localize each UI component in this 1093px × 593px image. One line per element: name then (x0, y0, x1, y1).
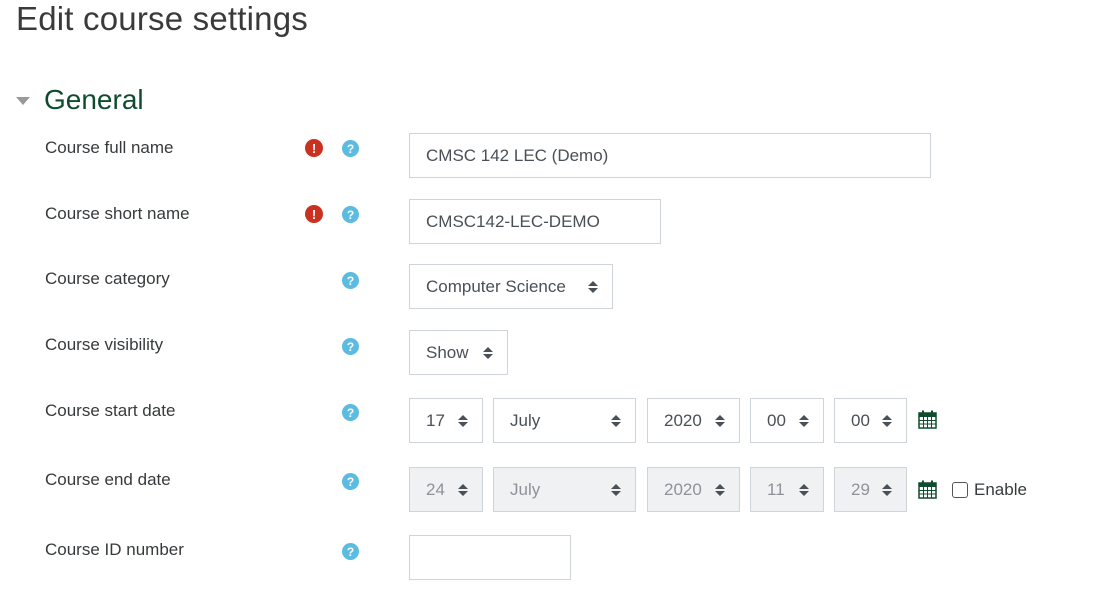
select-arrows-icon (715, 483, 725, 496)
calendar-icon[interactable] (918, 410, 937, 429)
help-icon[interactable]: ? (342, 473, 359, 490)
caret-down-icon (16, 97, 30, 105)
help-icon[interactable]: ? (342, 338, 359, 355)
select-arrows-icon (611, 414, 621, 427)
startdate-minute-value: 00 (851, 410, 870, 430)
calendar-icon[interactable] (918, 480, 937, 499)
enddate-minute-value: 29 (851, 479, 870, 499)
required-icon: ! (305, 139, 323, 157)
startdate-minute-select[interactable]: 00 (834, 398, 907, 443)
select-arrows-icon (799, 483, 809, 496)
help-icon[interactable]: ? (342, 140, 359, 157)
select-arrows-icon (588, 280, 598, 293)
enddate-minute-select: 29 (834, 467, 907, 512)
startdate-label: Course start date (45, 401, 176, 420)
enddate-year-value: 2020 (664, 479, 702, 499)
enable-label: Enable (974, 480, 1027, 499)
startdate-day-value: 17 (426, 410, 445, 430)
startdate-hour-select[interactable]: 00 (750, 398, 824, 443)
visibility-value: Show (426, 342, 469, 362)
fullname-label: Course full name (45, 138, 174, 157)
idnumber-input[interactable] (409, 535, 571, 580)
enddate-year-select: 2020 (647, 467, 740, 512)
help-icon[interactable]: ? (342, 206, 359, 223)
select-arrows-icon (458, 483, 468, 496)
section-general-toggle[interactable]: General (16, 84, 144, 116)
shortname-input[interactable]: CMSC142-LEC-DEMO (409, 199, 661, 244)
category-label: Course category (45, 269, 170, 288)
select-arrows-icon (799, 414, 809, 427)
category-select[interactable]: Computer Science (409, 264, 613, 309)
enddate-label: Course end date (45, 470, 171, 489)
fullname-input[interactable]: CMSC 142 LEC (Demo) (409, 133, 931, 178)
help-icon[interactable]: ? (342, 404, 359, 421)
enddate-hour-value: 11 (767, 479, 785, 499)
idnumber-label: Course ID number (45, 540, 184, 559)
select-arrows-icon (882, 414, 892, 427)
enddate-hour-select: 11 (750, 467, 824, 512)
startdate-year-value: 2020 (664, 410, 702, 430)
startdate-hour-value: 00 (767, 410, 786, 430)
select-arrows-icon (611, 483, 621, 496)
startdate-day-select[interactable]: 17 (409, 398, 483, 443)
startdate-month-value: July (510, 410, 541, 430)
help-icon[interactable]: ? (342, 543, 359, 560)
visibility-label: Course visibility (45, 335, 164, 354)
category-value: Computer Science (426, 276, 566, 296)
select-arrows-icon (483, 346, 493, 359)
startdate-year-select[interactable]: 2020 (647, 398, 740, 443)
enable-checkbox[interactable] (952, 482, 968, 498)
select-arrows-icon (715, 414, 725, 427)
select-arrows-icon (458, 414, 468, 427)
required-icon: ! (305, 205, 323, 223)
page-title: Edit course settings (16, 0, 308, 37)
enddate-month-select: July (493, 467, 636, 512)
enddate-enable-toggle[interactable]: Enable (952, 480, 1027, 500)
select-arrows-icon (882, 483, 892, 496)
shortname-label: Course short name (45, 204, 190, 223)
enddate-month-value: July (510, 479, 541, 499)
visibility-select[interactable]: Show (409, 330, 508, 375)
startdate-month-select[interactable]: July (493, 398, 636, 443)
section-title: General (44, 84, 144, 115)
enddate-day-value: 24 (426, 479, 445, 499)
help-icon[interactable]: ? (342, 272, 359, 289)
enddate-day-select: 24 (409, 467, 483, 512)
